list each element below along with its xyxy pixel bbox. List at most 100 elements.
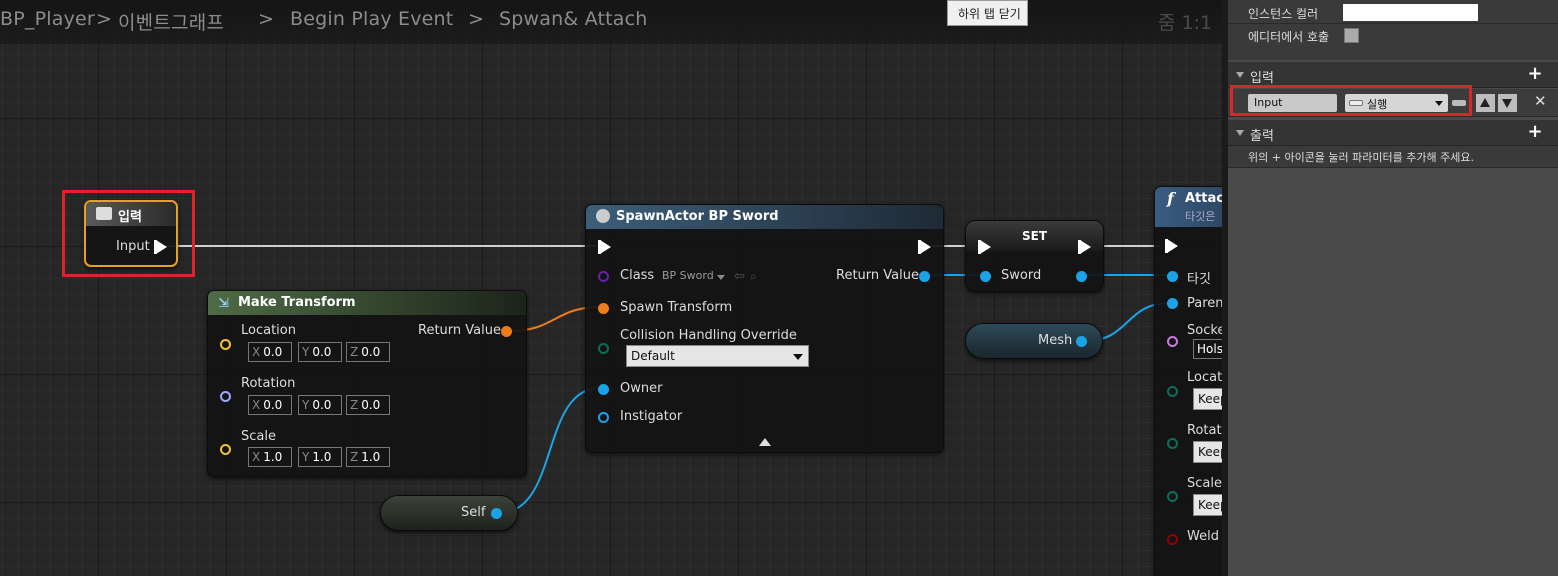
scale-z-field[interactable]: Z 1.0 [346,447,390,467]
location-label: Location [241,323,296,338]
collapse-arrow-icon [1236,130,1244,136]
mesh-node[interactable]: Mesh [965,323,1103,359]
class-value[interactable]: BP Sword [662,269,714,282]
socket-field[interactable]: Hols [1193,339,1222,359]
instance-color-swatch[interactable] [1343,4,1478,21]
class-dropdown-icon[interactable] [717,275,725,280]
collision-dropdown[interactable]: Default [626,345,809,367]
location-y-field[interactable]: Y 0.0 [298,342,342,362]
call-in-editor-label: 에디터에서 호출 [1248,30,1330,44]
attach-title: Attac [1185,191,1222,206]
self-node[interactable]: Self [380,495,518,531]
parent-pin[interactable] [1167,298,1178,309]
spawn-actor-node[interactable]: SpawnActor BP Sword Class BP Sword ⇦ ⌕ R… [585,204,944,453]
collision-label: Collision Handling Override [620,328,797,343]
call-in-editor-checkbox[interactable] [1344,28,1359,43]
self-label: Self [461,505,486,520]
rotation-x-field[interactable]: X 0.0 [248,395,292,415]
rotation-z-field[interactable]: Z 0.0 [346,395,390,415]
sword-var-label: Sword [1001,268,1042,283]
self-out-pin[interactable] [491,508,502,519]
class-pin[interactable] [598,271,609,282]
highlight-box-input-node [62,190,195,277]
sword-out-pin[interactable] [1076,271,1087,282]
sword-in-pin[interactable] [980,271,991,282]
arrow-up-icon [1480,98,1490,107]
socket-label: Socke [1187,323,1222,338]
collision-value: Default [631,349,675,363]
outputs-section-header[interactable]: 출력 + [1228,120,1558,146]
rotation-y-field[interactable]: Y 0.0 [298,395,342,415]
attach-node[interactable]: f Attac 타깃은 타깃 Paren Socke Hols Locat Ke… [1154,186,1222,576]
blueprint-graph-canvas[interactable]: BP_Player > 이벤트그래프 > Begin Play Event > … [0,0,1222,576]
return-value-label: Return Value [836,268,919,283]
spawn-return-pin[interactable] [919,271,930,282]
owner-pin[interactable] [598,384,609,395]
remove-param-icon[interactable]: ✕ [1534,92,1547,110]
tooltip: 하위 탭 닫기 [947,0,1028,26]
make-transform-header: ⇲ Make Transform [208,291,526,315]
collapse-advanced-icon[interactable] [759,438,771,446]
spawn-icon [596,209,610,223]
rotation-label: Rotation [241,376,296,391]
outputs-hint-row: 위의 + 아이콘을 눌러 파라미터를 추가해 주세요. [1228,146,1558,168]
exec-out-pin[interactable] [1078,240,1091,254]
use-selected-icon[interactable]: ⇦ [734,269,745,284]
add-input-button[interactable]: + [1526,65,1544,84]
scale-y-field[interactable]: Y 1.0 [298,447,342,467]
spawn-transform-label: Spawn Transform [620,300,733,315]
arrow-down-icon [1502,99,1512,108]
function-icon: ⇲ [218,296,229,311]
rotation-rule-pin[interactable] [1167,438,1178,449]
location-rule-pin[interactable] [1167,386,1178,397]
spawn-actor-header: SpawnActor BP Sword [586,205,943,229]
instance-color-label: 인스턴스 컬러 [1248,7,1319,21]
rotation-rule-label: Rotat [1187,423,1222,438]
return-value-label: Return Value [418,323,501,338]
exec-out-pin[interactable] [918,240,931,254]
scale-rule-label: Scale [1187,476,1222,491]
move-down-button[interactable] [1498,94,1517,112]
collision-pin[interactable] [598,343,609,354]
exec-in-pin[interactable] [598,240,611,254]
make-transform-node[interactable]: ⇲ Make Transform Location X 0.0 Y 0.0 Z 0.0… [207,290,527,477]
scale-rule-pin[interactable] [1167,491,1178,502]
rotation-pin[interactable] [220,391,231,402]
scale-rule-dropdown[interactable]: Keep [1193,494,1222,516]
location-z-field[interactable]: Z 0.0 [346,342,390,362]
make-transform-title: Make Transform [238,295,356,310]
target-pin[interactable] [1167,271,1178,282]
highlight-box-input-param [1230,85,1472,116]
scale-pin[interactable] [220,444,231,455]
spawn-transform-pin[interactable] [598,303,609,314]
exec-in-pin[interactable] [978,240,991,254]
scale-x-field[interactable]: X 1.0 [248,447,292,467]
browse-search-icon[interactable]: ⌕ [750,269,757,284]
details-panel: 인스턴스 컬러 에디터에서 호출 입력 + Input 실행 ✕ 출력 + 위의… [1222,0,1558,576]
owner-label: Owner [620,381,663,396]
mesh-label: Mesh [1038,333,1073,348]
location-rule-label: Locat [1187,370,1222,385]
set-sword-node[interactable]: SET Sword [965,220,1104,292]
move-up-button[interactable] [1476,94,1495,112]
location-pin[interactable] [220,339,231,350]
add-output-button[interactable]: + [1526,123,1544,142]
class-label: Class [620,268,655,283]
instigator-pin[interactable] [598,412,609,423]
attach-header: f Attac 타깃은 [1155,187,1222,227]
attach-subtitle: 타깃은 [1185,210,1216,223]
mesh-out-pin[interactable] [1076,336,1087,347]
location-rule-dropdown[interactable]: Keep [1193,388,1222,410]
rotation-rule-dropdown[interactable]: Keep [1193,441,1222,463]
chevron-down-icon [793,354,803,360]
weld-pin[interactable] [1167,534,1178,545]
socket-pin[interactable] [1167,336,1178,347]
outputs-hint: 위의 + 아이콘을 눌러 파라미터를 추가해 주세요. [1248,151,1474,164]
location-x-field[interactable]: X 0.0 [248,342,292,362]
exec-in-pin[interactable] [1165,239,1178,253]
parent-label: Paren [1187,296,1222,311]
scale-label: Scale [241,429,276,444]
call-in-editor-row: 에디터에서 호출 [1228,24,1558,60]
transform-return-pin[interactable] [501,326,512,337]
spawn-actor-title: SpawnActor BP Sword [616,209,779,224]
